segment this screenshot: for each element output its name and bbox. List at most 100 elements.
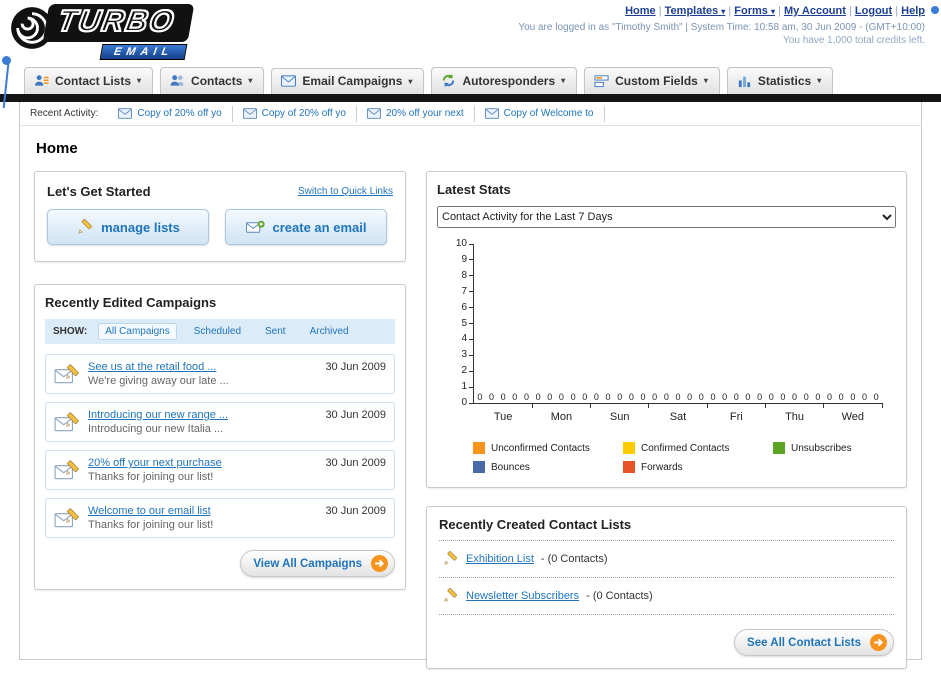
custom-fields-icon (594, 73, 609, 88)
manage-lists-button[interactable]: manage lists (47, 209, 209, 245)
contacts-icon (170, 73, 185, 88)
pencil-icon (441, 588, 459, 604)
top-link-my-account[interactable]: My Account (784, 5, 846, 17)
bar-value: 0 (593, 392, 599, 402)
chevron-down-icon: ▾ (817, 76, 822, 85)
bar-value: 0 (477, 392, 483, 402)
contact-list-row[interactable]: Exhibition List - (0 Contacts) (439, 541, 894, 578)
nav-tab-label: Custom Fields (615, 73, 698, 88)
top-link-logout[interactable]: Logout (855, 5, 892, 17)
bar-value: 0 (628, 392, 634, 402)
contact-lists-title: Recently Created Contact Lists (439, 517, 632, 532)
nav-tab-contacts[interactable]: Contacts ▾ (160, 67, 265, 94)
link-separator: | (655, 5, 665, 17)
y-axis-tick (469, 243, 474, 245)
recent-activity-item[interactable]: Copy of 20% off yo (233, 105, 357, 122)
turbo-email-logo: TURBO EMAIL (10, 4, 195, 60)
campaign-row[interactable]: Welcome to our email list Thanks for join… (45, 498, 395, 538)
filter-sent[interactable]: Sent (259, 324, 292, 339)
contact-list-items: Exhibition List - (0 Contacts) Newsletter … (439, 540, 894, 615)
logo-brand-text: TURBO (42, 4, 195, 42)
nav-tab-custom-fields[interactable]: Custom Fields ▾ (584, 67, 720, 94)
x-axis-label: Sat (669, 411, 687, 423)
nav-tab-label: Contacts (191, 73, 243, 88)
bar-value-labels: 00000 (532, 392, 590, 402)
filter-scheduled[interactable]: Scheduled (188, 324, 247, 339)
campaign-title-link[interactable]: Introducing our new range ... (88, 409, 317, 421)
campaign-row[interactable]: 20% off your next purchase Thanks for joi… (45, 450, 395, 490)
x-axis-tick (590, 403, 592, 408)
bar-value: 0 (745, 392, 751, 402)
chart-legend: Unconfirmed Contacts Confirmed Contacts Un… (473, 442, 941, 473)
campaign-date: 30 Jun 2009 (325, 505, 386, 517)
bar-value: 0 (792, 392, 798, 402)
recently-created-contact-lists-box: Recently Created Contact Lists Exhibitio… (426, 506, 907, 669)
recent-activity-item-label: 20% off your next (385, 108, 464, 119)
recent-activity-item[interactable]: 20% off your next (357, 105, 475, 122)
x-axis-tick (881, 403, 883, 408)
nav-divider-bar (0, 94, 941, 102)
campaign-title-link[interactable]: Welcome to our email list (88, 505, 317, 517)
arrow-circle-icon (371, 555, 388, 572)
contact-list-detail: - (0 Contacts) (586, 590, 653, 602)
link-separator: | (892, 5, 902, 17)
campaign-edit-icon (54, 411, 80, 433)
campaign-date: 30 Jun 2009 (325, 361, 386, 373)
top-link-templates[interactable]: Templates ▾ (665, 5, 726, 17)
email-icon (242, 108, 257, 119)
switch-to-quick-links-link[interactable]: Switch to Quick Links (298, 186, 393, 197)
y-axis-label: 1 (461, 381, 467, 393)
nav-tab-autoresponders[interactable]: Autoresponders ▾ (431, 67, 578, 94)
recent-activity-item-label: Copy of Welcome to (503, 108, 594, 119)
logo-sub-text: EMAIL (99, 44, 188, 60)
campaign-row[interactable]: See us at the retail food ... We're givin… (45, 354, 395, 394)
top-link-forms[interactable]: Forms ▾ (734, 5, 775, 17)
nav-tab-contact-lists[interactable]: Contact Lists ▾ (24, 67, 154, 94)
legend-item: Unsubscribes (773, 442, 923, 454)
campaign-title-link[interactable]: 20% off your next purchase (88, 457, 317, 469)
contact-list-row[interactable]: Newsletter Subscribers - (0 Contacts) (439, 578, 894, 615)
filter-archived[interactable]: Archived (304, 324, 355, 339)
bar-value: 0 (873, 392, 879, 402)
campaign-text: See us at the retail food ... We're givin… (88, 361, 317, 387)
bar-value: 0 (500, 392, 506, 402)
contact-lists-icon (34, 73, 49, 88)
stats-period-select[interactable]: Contact Activity for the Last 7 Days (437, 206, 896, 228)
contact-list-link[interactable]: Exhibition List (466, 553, 534, 565)
legend-label: Unconfirmed Contacts (491, 442, 590, 454)
campaign-row[interactable]: Introducing our new range ... Introducing… (45, 402, 395, 442)
legend-label: Bounces (491, 461, 530, 473)
y-axis-tick (469, 323, 474, 324)
latest-stats-title: Latest Stats (437, 182, 511, 197)
link-separator: | (725, 5, 735, 17)
top-nav-links: Home | Templates ▾ | Forms ▾ | My Accoun… (518, 5, 925, 17)
credits-info: You have 1,000 total credits left. (783, 35, 925, 46)
see-all-contact-lists-button[interactable]: See All Contact Lists (734, 629, 894, 656)
app-header: TURBO EMAIL Home | Templates ▾ | Forms ▾… (0, 0, 941, 64)
legend-item: Confirmed Contacts (623, 442, 773, 454)
top-link-home[interactable]: Home (625, 5, 656, 17)
recent-activity-item[interactable]: Copy of 20% off yo (108, 105, 233, 122)
x-axis-label: Fri (729, 411, 743, 423)
nav-tab-email-campaigns[interactable]: Email Campaigns ▾ (271, 68, 425, 94)
x-axis-label: Mon (550, 411, 573, 423)
y-axis-label: 0 (461, 397, 467, 408)
chevron-down-icon: ▾ (248, 76, 253, 85)
y-axis-tick (469, 291, 474, 293)
campaign-title-link[interactable]: See us at the retail food ... (88, 361, 317, 373)
see-all-contact-lists-label: See All Contact Lists (747, 636, 861, 649)
recent-activity-item[interactable]: Copy of Welcome to (475, 105, 605, 122)
top-link-help[interactable]: Help (901, 5, 925, 17)
view-all-campaigns-button[interactable]: View All Campaigns (240, 550, 395, 577)
create-an-email-button[interactable]: create an email (225, 209, 387, 245)
y-axis-tick (469, 354, 474, 356)
campaign-edit-icon (54, 507, 80, 529)
bar-value: 0 (640, 392, 646, 402)
nav-tab-statistics[interactable]: Statistics ▾ (726, 67, 834, 94)
blue-dot-decoration (931, 6, 939, 14)
contact-list-link[interactable]: Newsletter Subscribers (466, 590, 579, 602)
pencil-icon (76, 218, 93, 236)
filter-all-campaigns[interactable]: All Campaigns (99, 324, 176, 339)
bar-value: 0 (675, 392, 681, 402)
bar-value: 0 (605, 392, 611, 402)
